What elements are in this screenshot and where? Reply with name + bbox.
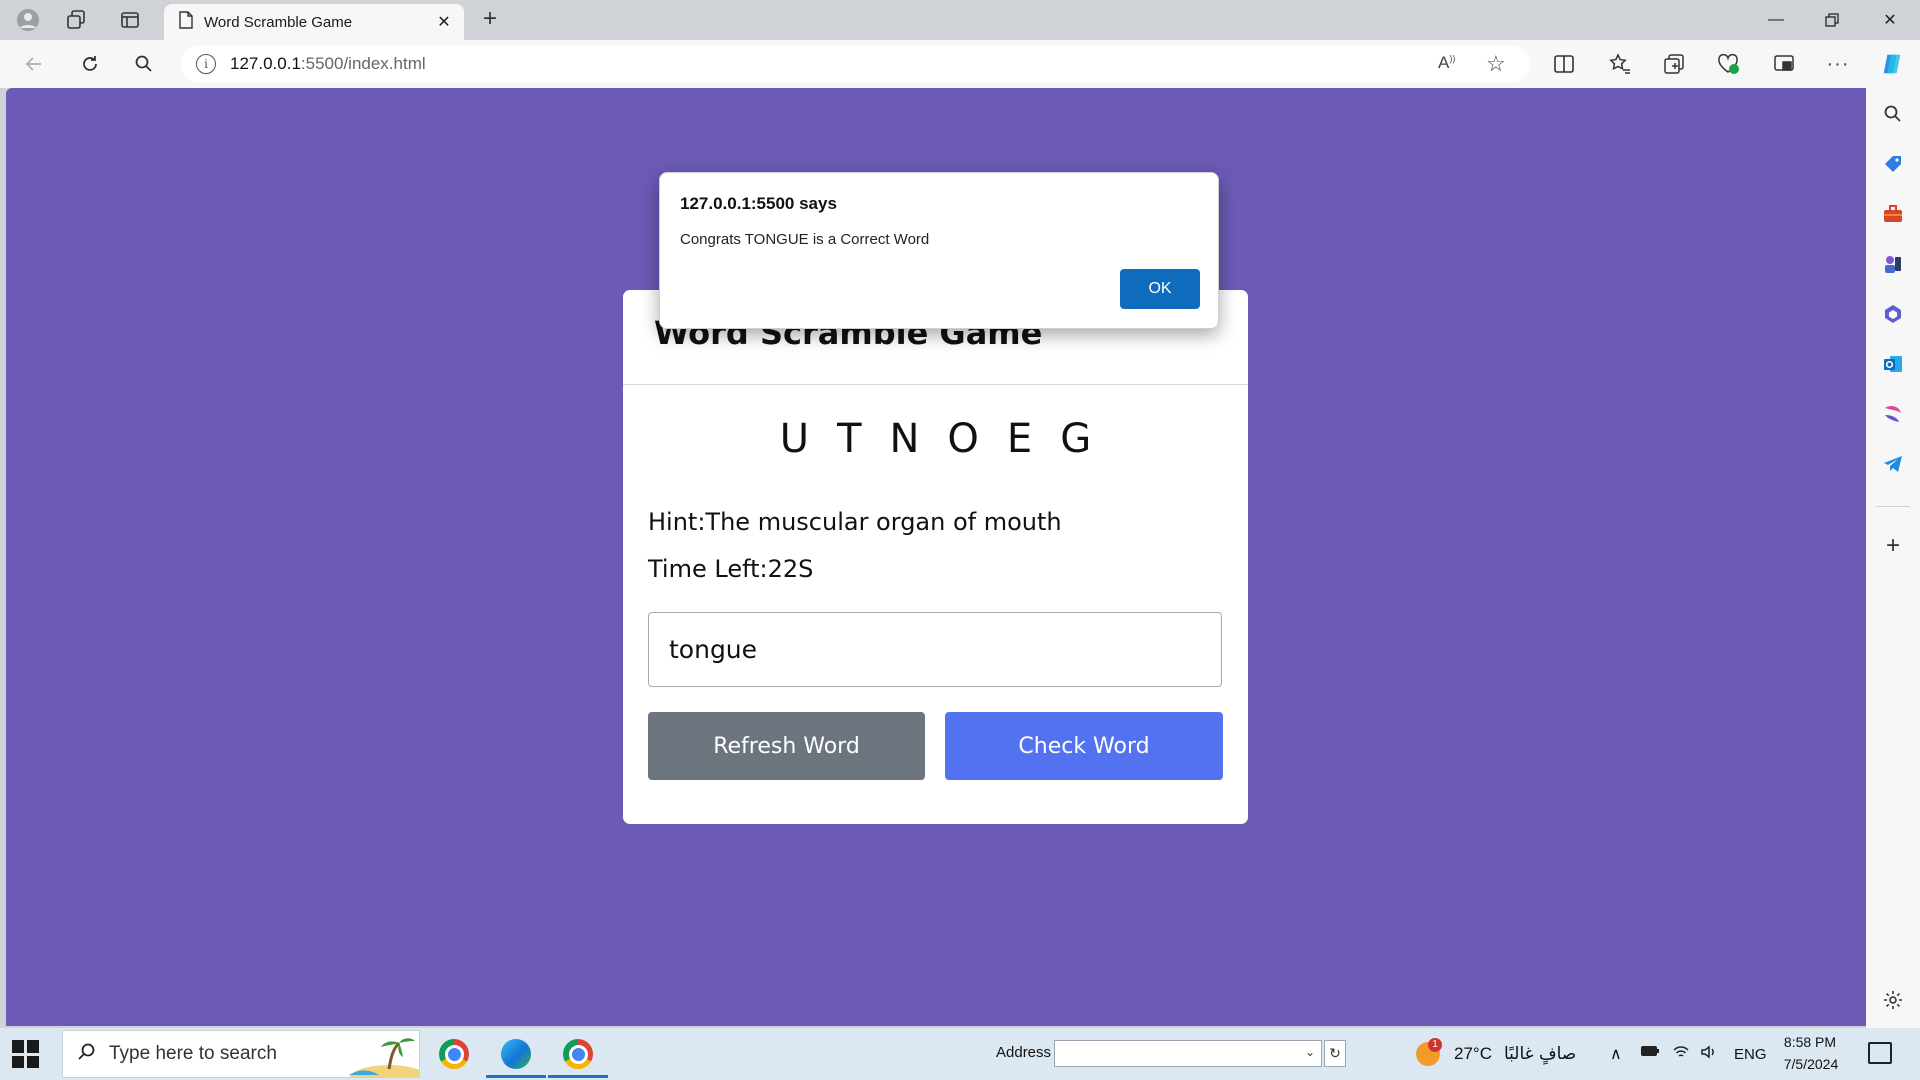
refresh-word-button[interactable]: Refresh Word <box>648 712 925 780</box>
close-icon[interactable]: ✕ <box>434 12 454 32</box>
search-icon[interactable] <box>132 52 156 76</box>
microsoft365-icon[interactable] <box>1881 302 1905 326</box>
chevron-down-icon[interactable]: ⌄ <box>1305 1045 1315 1059</box>
battery-icon[interactable] <box>1640 1044 1660 1062</box>
split-screen-icon[interactable] <box>1552 52 1576 76</box>
clock-date[interactable]: 7/5/2024 <box>1776 1056 1846 1072</box>
tab-title: Word Scramble Game <box>204 13 353 31</box>
favorites-icon[interactable] <box>1608 52 1632 76</box>
windows-start-icon[interactable] <box>12 1040 40 1068</box>
settings-icon[interactable] <box>1881 988 1905 1012</box>
back-icon[interactable] <box>22 52 46 76</box>
browser-essentials-icon[interactable] <box>1716 52 1740 76</box>
clock-time[interactable]: 8:58 PM <box>1782 1034 1838 1050</box>
check-word-button[interactable]: Check Word <box>945 712 1223 780</box>
address-bar[interactable]: i 127.0.0.1:5500/index.html A)) ☆ <box>180 46 1530 82</box>
url-text: 127.0.0.1:5500/index.html <box>230 54 426 74</box>
search-icon <box>77 1042 97 1067</box>
telegram-icon[interactable] <box>1881 452 1905 476</box>
window-close-icon[interactable]: ✕ <box>1862 0 1918 40</box>
url-path: :5500/index.html <box>300 54 426 73</box>
games-icon[interactable] <box>1881 252 1905 276</box>
wifi-icon[interactable] <box>1672 1044 1690 1064</box>
divider <box>623 384 1248 385</box>
volume-icon[interactable] <box>1700 1044 1718 1064</box>
game-card: Word Scramble Game UTNOEG Hint:The muscu… <box>623 290 1248 824</box>
sidebar-search-icon[interactable] <box>1881 102 1905 126</box>
chrome-taskbar-icon[interactable] <box>424 1030 484 1078</box>
copilot-icon[interactable] <box>1880 52 1904 76</box>
notification-icon[interactable] <box>1868 1042 1892 1064</box>
address-go-icon[interactable]: ↻ <box>1324 1040 1346 1067</box>
address-toolbar-label: Address <box>996 1044 1052 1061</box>
edge-taskbar-icon[interactable] <box>486 1030 546 1078</box>
screenshot-icon[interactable] <box>1772 52 1796 76</box>
favorite-star-icon[interactable]: ☆ <box>1486 51 1506 77</box>
hint-text: Hint:The muscular organ of mouth <box>648 508 1062 536</box>
alert-dialog: 127.0.0.1:5500 says Congrats TONGUE is a… <box>659 172 1219 329</box>
taskbar: Type here to search Address ⌄ ↻ 1 27°C ص… <box>0 1028 1920 1080</box>
tab-strip: Word Scramble Game ✕ + — ✕ <box>0 0 1920 40</box>
alert-ok-button[interactable]: OK <box>1120 269 1200 309</box>
alert-title: 127.0.0.1:5500 says <box>680 194 837 213</box>
workspaces-icon[interactable] <box>64 8 88 32</box>
collections-icon[interactable] <box>1662 52 1686 76</box>
sidebar-divider <box>1876 506 1910 507</box>
info-icon[interactable]: i <box>196 54 216 74</box>
page-icon <box>178 10 194 34</box>
address-toolbar-input[interactable]: ⌄ <box>1054 1040 1322 1067</box>
tab-actions-icon[interactable] <box>118 8 142 32</box>
designer-icon[interactable] <box>1881 402 1905 426</box>
url-host: 127.0.0.1 <box>230 54 301 73</box>
refresh-icon[interactable] <box>78 52 102 76</box>
chrome-taskbar-icon-2[interactable] <box>548 1030 608 1078</box>
tools-icon[interactable] <box>1881 202 1905 226</box>
shopping-icon[interactable] <box>1881 152 1905 176</box>
add-icon[interactable]: + <box>1881 532 1905 559</box>
browser-toolbar: i 127.0.0.1:5500/index.html A)) ☆ ··· <box>0 40 1920 88</box>
beach-illustration-icon <box>349 1031 419 1077</box>
taskbar-search[interactable]: Type here to search <box>62 1030 420 1078</box>
read-aloud-icon[interactable]: A)) <box>1438 53 1455 73</box>
browser-tab[interactable]: Word Scramble Game ✕ <box>164 4 464 40</box>
show-hidden-icons-icon[interactable]: ∧ <box>1610 1044 1622 1064</box>
language-indicator[interactable]: ENG <box>1734 1046 1767 1063</box>
temperature[interactable]: 27°C <box>1454 1044 1492 1064</box>
time-left: Time Left:22S <box>648 555 814 583</box>
search-placeholder: Type here to search <box>109 1043 277 1064</box>
outlook-icon[interactable] <box>1881 352 1905 376</box>
profile-icon[interactable] <box>16 8 40 32</box>
restore-icon[interactable] <box>1804 0 1860 40</box>
weather-condition[interactable]: صافٍ غالبًا <box>1504 1044 1576 1064</box>
edge-sidebar: + <box>1866 88 1920 1028</box>
scrambled-word: UTNOEG <box>779 416 1120 462</box>
more-icon[interactable]: ··· <box>1826 52 1850 76</box>
word-input[interactable] <box>648 612 1222 687</box>
weather-badge: 1 <box>1428 1038 1442 1052</box>
alert-message: Congrats TONGUE is a Correct Word <box>680 231 930 248</box>
new-tab-icon[interactable]: + <box>478 7 502 32</box>
minimize-icon[interactable]: — <box>1748 0 1804 40</box>
page-viewport: Word Scramble Game UTNOEG Hint:The muscu… <box>6 88 1866 1026</box>
